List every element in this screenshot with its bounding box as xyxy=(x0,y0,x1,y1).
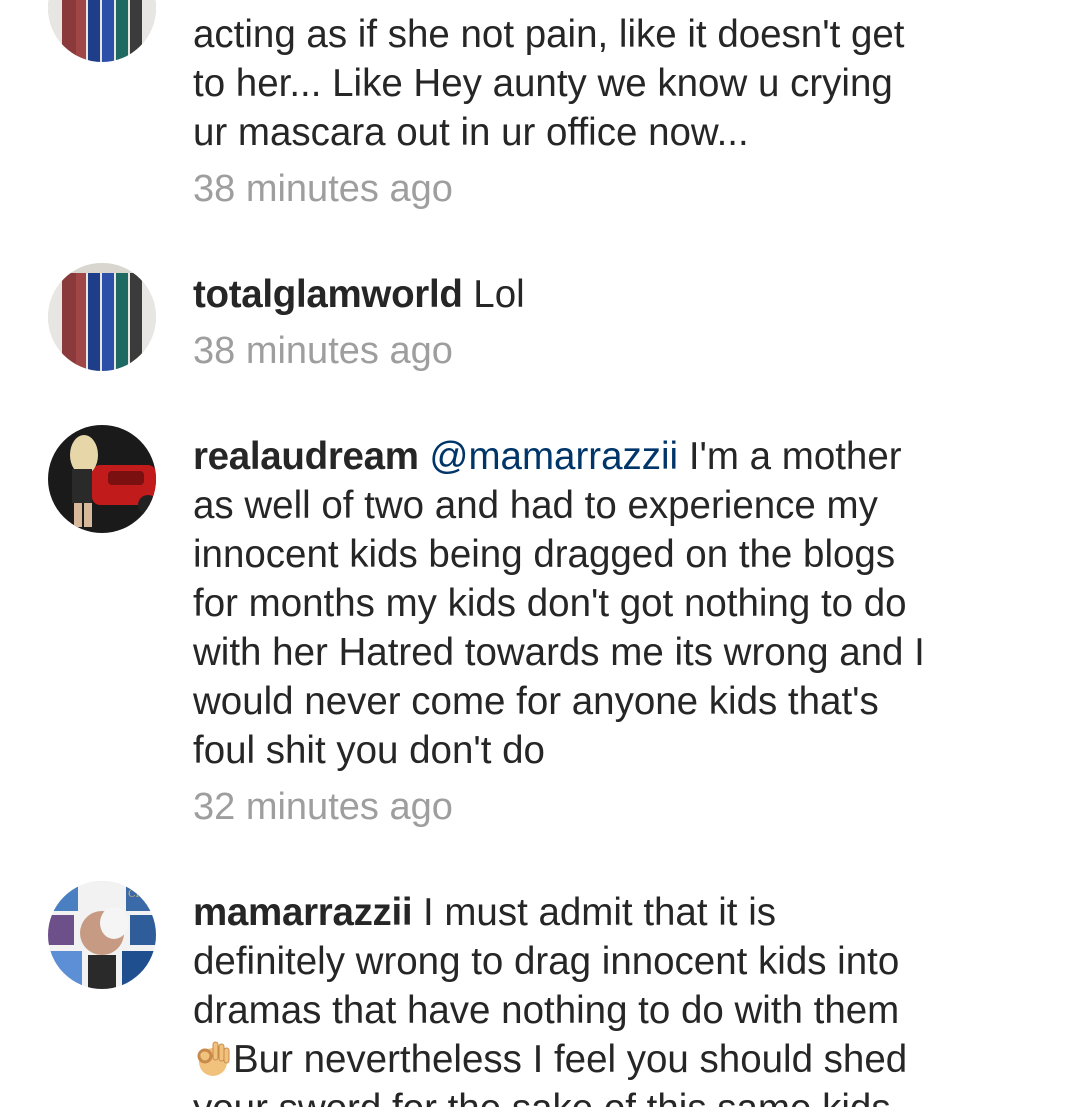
comment-line: to her... Like Hey aunty we know u cryin… xyxy=(193,62,893,105)
avatar[interactable]: Cr xyxy=(48,881,156,989)
avatar[interactable] xyxy=(48,425,156,533)
comment-line: Bur nevertheless I feel you should shed xyxy=(233,1038,908,1081)
comment-mention[interactable]: @mamarrazzii xyxy=(429,435,678,478)
comment-line: definitely wrong to drag innocent kids i… xyxy=(193,940,900,983)
avatar-image xyxy=(48,0,156,62)
comment-text: realaudream @mamarrazzii I'm a mother as… xyxy=(193,432,1023,775)
comment-body: Lol xyxy=(473,273,525,316)
comment-line: acting as if she not pain, like it doesn… xyxy=(193,13,905,56)
comment-username[interactable]: realaudream xyxy=(193,435,419,478)
comment-username[interactable]: totalglamworld xyxy=(193,273,463,316)
comment-text: totalglamworld Lol xyxy=(193,270,1023,319)
comment-line: with her Hatred towards me its wrong and… xyxy=(193,631,925,674)
comment-body: I'm a mother xyxy=(688,435,902,478)
comment-line: foul shit you don't do xyxy=(193,729,545,772)
comment-line: ur mascara out in ur office now... xyxy=(193,111,749,154)
comment-line: for months my kids don't got nothing to … xyxy=(193,582,907,625)
comment-body: I must admit that it is xyxy=(422,891,776,934)
comment-line: as well of two and had to experience my xyxy=(193,484,878,527)
ok-hand-emoji-icon xyxy=(197,1041,230,1076)
comment-line: would never come for anyone kids that's xyxy=(193,680,879,723)
comment-timestamp: 32 minutes ago xyxy=(193,786,453,828)
comment-list: acting as if she not pain, like it doesn… xyxy=(0,0,1080,1107)
comment-timestamp: 38 minutes ago xyxy=(193,330,453,372)
comment-text: acting as if she not pain, like it doesn… xyxy=(193,10,1023,157)
avatar-image: Cr xyxy=(48,881,156,989)
avatar[interactable] xyxy=(48,263,156,371)
avatar-image xyxy=(48,263,156,371)
comment-line: innocent kids being dragged on the blogs xyxy=(193,533,896,576)
comment-text: mamarrazzii I must admit that it is defi… xyxy=(193,888,1023,1107)
svg-text:Cr: Cr xyxy=(128,889,141,900)
comment-username[interactable]: mamarrazzii xyxy=(193,891,413,934)
comment-line: your sword for the sake of this same kid… xyxy=(193,1084,1023,1107)
comment-timestamp: 38 minutes ago xyxy=(193,168,453,210)
avatar[interactable] xyxy=(48,0,156,62)
comment-line: dramas that have nothing to do with them xyxy=(193,989,900,1032)
avatar-image xyxy=(48,425,156,533)
